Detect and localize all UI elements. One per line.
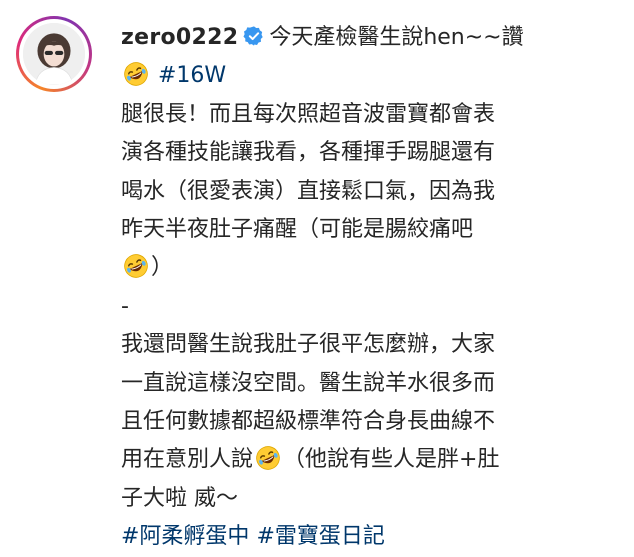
caption-line: #阿柔孵蛋中 #雷寶蛋日記 <box>121 518 617 556</box>
caption-text-segment: ） <box>151 255 174 281</box>
post-caption: zero0222 今天產檢醫生說hen~~讚 #16W 腿很長！而且每次照超音波… <box>0 0 634 549</box>
rolling-on-floor-laughing-emoji <box>256 446 280 471</box>
caption-line: 腿很長！而且每次照超音波雷寶都會表 <box>121 101 496 127</box>
avatar[interactable] <box>23 23 85 85</box>
caption-line: 子大啦 威～ <box>121 485 238 511</box>
caption-line: 用在意別人說 （他說有些人是胖+肚 <box>121 441 617 479</box>
hashtag-link[interactable]: #16W <box>158 63 226 88</box>
caption-text: zero0222 今天產檢醫生說hen~~讚 #16W 腿很長！而且每次照超音波… <box>121 19 617 557</box>
rolling-on-floor-laughing-emoji <box>124 254 148 279</box>
caption-line: 演各種技能讓我看，各種揮手踢腿還有 <box>121 140 496 166</box>
username-link[interactable]: zero0222 <box>121 25 238 50</box>
caption-text-segment: 今天產檢醫生說hen~~讚 <box>269 25 524 50</box>
caption-line: 且任何數據都超級標準符合身長曲線不 <box>121 409 496 435</box>
caption-line: 喝水（很愛表演）直接鬆口氣，因為我 <box>121 178 496 204</box>
caption-text-segment: （他說有些人是胖+肚 <box>283 447 500 473</box>
story-ring[interactable] <box>16 16 92 92</box>
caption-line: zero0222 今天產檢醫生說hen~~讚 <box>121 19 617 57</box>
caption-text-segment: 用在意別人說 <box>121 447 254 473</box>
caption-line: - <box>121 293 129 319</box>
caption-line: #16W <box>121 57 617 95</box>
rolling-on-floor-laughing-emoji <box>124 62 148 87</box>
avatar-photo <box>23 23 85 85</box>
caption-line: 我還問醫生說我肚子很平怎麼辦，大家 <box>121 332 496 358</box>
caption-line: ） <box>121 249 617 287</box>
caption-line: 一直說這樣沒空間。醫生說羊水很多而 <box>121 370 496 396</box>
verified-badge-icon <box>243 26 264 46</box>
caption-line: 昨天半夜肚子痛醒（可能是腸絞痛吧 <box>121 217 474 243</box>
